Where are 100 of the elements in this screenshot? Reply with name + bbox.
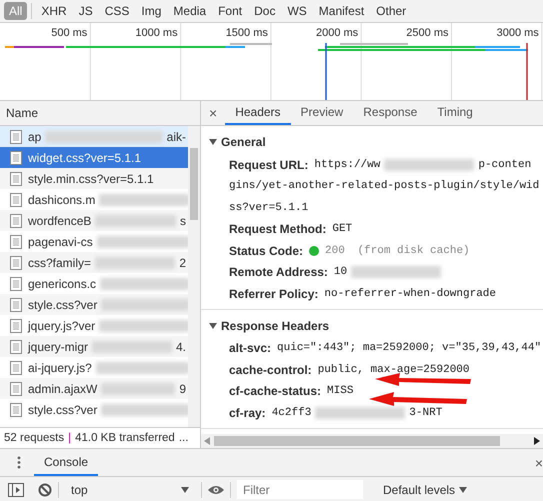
type-filter-button[interactable]: XHR (36, 2, 72, 20)
header-name: Request Method: (229, 222, 326, 236)
request-row[interactable]: css?family= 2 (0, 252, 188, 273)
caret-icon (209, 139, 217, 145)
request-name: jquery-migr (28, 340, 88, 354)
request-name: ai-jquery.js? (28, 360, 92, 374)
horizontal-scrollbar[interactable] (201, 434, 543, 448)
request-name: style.css?ver (28, 298, 98, 312)
close-button[interactable]: × (201, 101, 226, 125)
header-value: gins/yet-another-related-posts-plugin/style/wid (229, 180, 540, 192)
scroll-right-icon[interactable] (534, 437, 540, 445)
request-name-end: 2 (179, 256, 187, 270)
header-value: ss?ver=5.1.1 (229, 202, 308, 214)
header-name: cf-cache-status: (229, 384, 322, 398)
document-icon (10, 360, 22, 374)
type-filter-button[interactable]: Media (168, 2, 212, 20)
request-row[interactable]: admin.ajaxW 9 (0, 378, 188, 399)
request-count: 52 requests (4, 432, 64, 444)
details-tab[interactable]: Response (353, 101, 428, 125)
request-name: genericons.c (28, 276, 96, 290)
header-name: Request URL: (229, 158, 308, 172)
request-name-end: 4. (176, 340, 187, 354)
time-tick-label: 1000 ms (135, 27, 178, 39)
document-icon (10, 276, 22, 290)
type-filter-button[interactable]: Manifest (314, 2, 370, 20)
close-button[interactable]: × (530, 449, 543, 476)
transferred-size: 41.0 KB transferred (75, 432, 175, 444)
document-icon (10, 402, 22, 416)
document-icon (10, 214, 22, 228)
request-name: style.min.css?ver=5.1.1 (28, 172, 154, 186)
type-filter-button[interactable]: Other (371, 2, 412, 20)
filter-field[interactable]: Filter (237, 480, 363, 499)
time-tick-label: 2000 ms (316, 27, 358, 39)
document-icon (10, 340, 22, 354)
header-name: cf-ray: (229, 406, 266, 420)
details-tab[interactable]: Preview (290, 101, 354, 125)
request-row[interactable]: jquery.js?ver (0, 315, 188, 336)
section-header[interactable]: General (201, 130, 543, 154)
document-icon (10, 298, 22, 312)
request-name: jquery.js?ver (28, 318, 96, 332)
ellipsis: ... (178, 432, 188, 444)
header-value: no-referrer-when-downgrade (324, 288, 496, 300)
type-filter-button[interactable]: Font (213, 2, 248, 20)
type-filter-button[interactable]: Doc (249, 2, 280, 20)
log-levels-dropdown[interactable]: Default levels (379, 482, 472, 496)
request-row[interactable]: ai-jquery.js? (0, 357, 188, 378)
request-row[interactable]: widget.css?ver=5.1.1 (0, 147, 188, 168)
name-column-header[interactable]: Name (0, 101, 200, 126)
header-name: Remote Address: (229, 265, 328, 280)
request-row[interactable]: wordfenceB s (0, 210, 188, 231)
document-icon (10, 130, 22, 144)
caret-icon (181, 486, 189, 492)
context-dropdown[interactable]: top (65, 482, 195, 496)
cache-note: (from disk cache) (356, 244, 470, 257)
time-tick-label: 1500 ms (226, 27, 268, 39)
request-row[interactable]: genericons.c (0, 273, 188, 294)
document-icon (10, 382, 22, 396)
request-row[interactable]: style.css?ver (0, 399, 188, 420)
caret-icon (459, 486, 468, 492)
document-icon (10, 172, 22, 186)
caret-icon (209, 322, 217, 328)
document-icon (10, 318, 22, 332)
request-row[interactable]: style.min.css?ver=5.1.1 (0, 168, 188, 189)
header-name: Status Code: (229, 244, 304, 258)
details-tab[interactable]: Timing (427, 101, 483, 125)
scrollbar[interactable] (188, 126, 200, 427)
request-row[interactable]: ap aik- (0, 126, 188, 147)
type-filter-button[interactable]: WS (282, 2, 312, 20)
request-row[interactable]: jquery-migr 4. (0, 336, 188, 357)
block-icon[interactable] (38, 482, 52, 496)
time-tick-label: 500 ms (51, 27, 88, 39)
type-filter-button[interactable]: Img (136, 2, 166, 20)
sidebar-icon[interactable] (8, 482, 24, 496)
type-filter-button[interactable]: JS (74, 2, 98, 20)
request-name: widget.css?ver=5.1.1 (28, 150, 142, 164)
request-row[interactable]: dashicons.m (0, 189, 188, 210)
header-value: quic=":443"; ma=2592000; v="35,39,43,44" (277, 342, 542, 354)
header-name: alt-svc: (229, 341, 272, 356)
request-name-end: s (180, 214, 187, 228)
document-icon (10, 256, 22, 270)
header-value: MISS (327, 385, 354, 398)
header-value: https://ww (314, 158, 380, 171)
type-filter-button[interactable]: CSS (100, 2, 134, 20)
request-row[interactable]: pagenavi-cs (0, 231, 188, 252)
header-name: Referrer Policy: (229, 286, 318, 301)
details-tab[interactable]: Headers (225, 101, 291, 125)
request-name: ap (28, 130, 42, 144)
request-row[interactable]: style.css?ver (0, 294, 188, 315)
header-value: GET (332, 223, 352, 236)
header-value: public, max-age=2592000 (318, 364, 470, 376)
separator: | (68, 432, 72, 444)
time-tick-label: 3000 ms (496, 27, 539, 39)
header-value-end: 3-NRT (409, 406, 442, 419)
header-value: 4c2ff3 (272, 406, 312, 419)
request-name: css?family= (28, 256, 92, 270)
request-name: admin.ajaxW (28, 382, 98, 396)
eye-icon[interactable] (208, 484, 224, 494)
document-icon (10, 150, 22, 164)
section-header[interactable]: Response Headers (201, 314, 543, 338)
request-name: dashicons.m (28, 192, 96, 206)
